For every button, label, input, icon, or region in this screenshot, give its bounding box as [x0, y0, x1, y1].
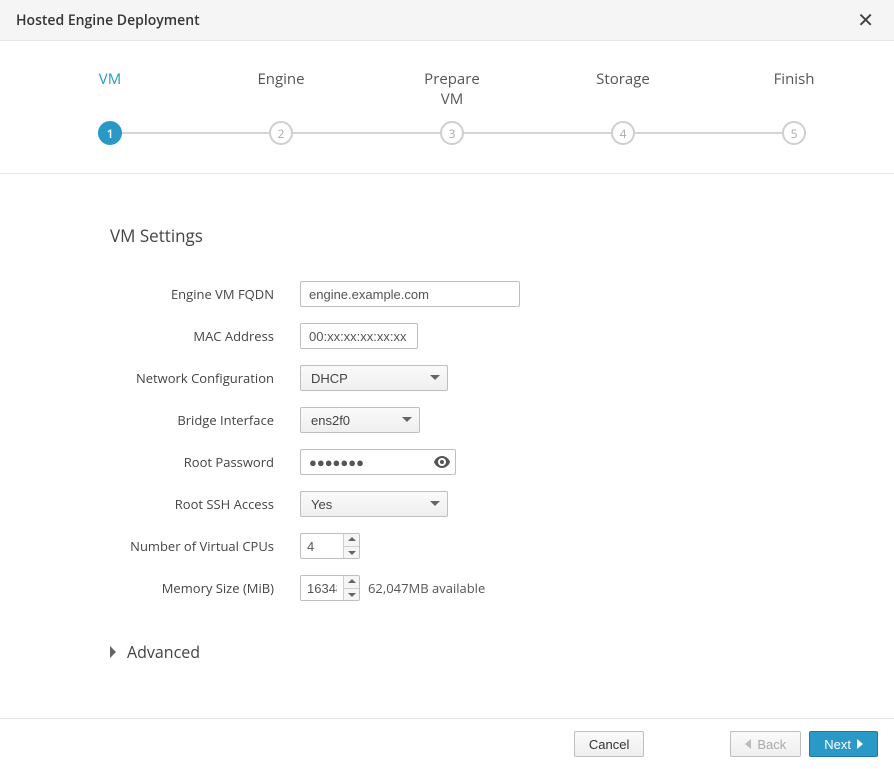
- mac-input[interactable]: [300, 323, 418, 349]
- step-node-4[interactable]: 4: [611, 121, 635, 145]
- chevron-left-icon: [745, 737, 751, 752]
- chevron-right-icon: [110, 646, 117, 658]
- vcpu-step-down[interactable]: [344, 547, 359, 559]
- fqdn-label: Engine VM FQDN: [110, 285, 300, 303]
- step-connector: [464, 132, 611, 134]
- rootpw-label: Root Password: [110, 453, 300, 471]
- mem-available-hint: 62,047MB available: [368, 579, 485, 597]
- step-connector: [122, 132, 269, 134]
- wizard-steps: VM Engine Prepare VM Storage Finish 1 2 …: [0, 41, 894, 174]
- step-node-5[interactable]: 5: [782, 121, 806, 145]
- section-title: VM Settings: [110, 224, 784, 247]
- form-content: VM Settings Engine VM FQDN MAC Address N…: [0, 174, 894, 718]
- advanced-label: Advanced: [127, 641, 200, 663]
- step-node-1[interactable]: 1: [98, 121, 122, 145]
- bridge-label: Bridge Interface: [110, 411, 300, 429]
- step-label-engine: Engine: [241, 69, 321, 109]
- step-connector: [293, 132, 440, 134]
- step-node-3[interactable]: 3: [440, 121, 464, 145]
- rootpw-input[interactable]: [300, 449, 456, 475]
- bridge-select[interactable]: ens2f0: [300, 407, 420, 433]
- vcpu-input[interactable]: [301, 534, 343, 558]
- mem-label: Memory Size (MiB): [110, 579, 300, 597]
- close-icon[interactable]: ✕: [853, 10, 878, 30]
- next-label: Next: [824, 737, 851, 752]
- step-label-prepare-vm: Prepare VM: [412, 69, 492, 109]
- netcfg-select[interactable]: DHCP: [300, 365, 448, 391]
- netcfg-value: DHCP: [311, 371, 348, 386]
- rootssh-select[interactable]: Yes: [300, 491, 448, 517]
- cancel-button[interactable]: Cancel: [574, 731, 644, 757]
- mem-step-up[interactable]: [344, 576, 359, 589]
- eye-icon[interactable]: [434, 456, 450, 468]
- chevron-right-icon: [857, 737, 863, 752]
- advanced-toggle[interactable]: Advanced: [110, 641, 784, 663]
- netcfg-label: Network Configuration: [110, 369, 300, 387]
- next-button[interactable]: Next: [809, 731, 878, 757]
- back-button[interactable]: Back: [730, 731, 801, 757]
- dialog-footer: Cancel Back Next: [0, 718, 894, 769]
- step-label-vm: VM: [70, 69, 150, 109]
- step-connector: [635, 132, 782, 134]
- vcpu-step-up[interactable]: [344, 534, 359, 547]
- cancel-label: Cancel: [589, 737, 629, 752]
- dialog-titlebar: Hosted Engine Deployment ✕: [0, 0, 894, 41]
- mem-input[interactable]: [301, 576, 343, 600]
- bridge-value: ens2f0: [311, 413, 350, 428]
- rootssh-label: Root SSH Access: [110, 495, 300, 513]
- mac-label: MAC Address: [110, 327, 300, 345]
- back-label: Back: [757, 737, 786, 752]
- dialog-title: Hosted Engine Deployment: [16, 11, 200, 30]
- mem-step-down[interactable]: [344, 589, 359, 601]
- step-label-storage: Storage: [583, 69, 663, 109]
- step-node-2[interactable]: 2: [269, 121, 293, 145]
- fqdn-input[interactable]: [300, 281, 520, 307]
- rootssh-value: Yes: [311, 497, 332, 512]
- vcpu-label: Number of Virtual CPUs: [110, 537, 300, 555]
- step-label-finish: Finish: [754, 69, 834, 109]
